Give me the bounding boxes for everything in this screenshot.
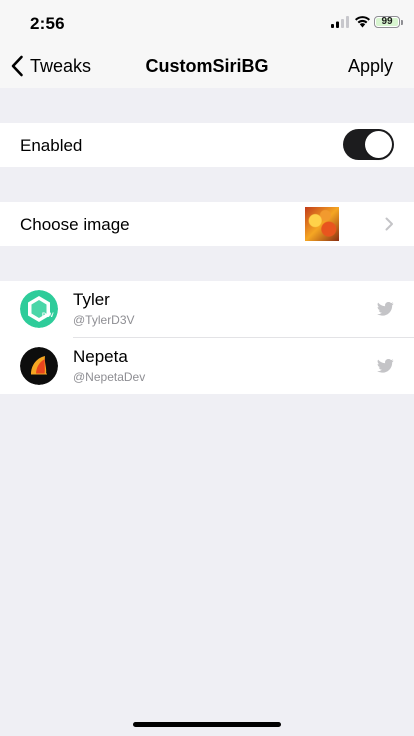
back-button[interactable]: Tweaks bbox=[10, 52, 91, 80]
battery-tip bbox=[401, 20, 403, 25]
developer-name: Tyler bbox=[73, 290, 110, 309]
enabled-row: Enabled bbox=[0, 123, 414, 167]
developer-handle: @NepetaDev bbox=[73, 370, 146, 384]
choose-image-label: Choose image bbox=[20, 215, 130, 234]
twitter-bird-icon bbox=[377, 302, 394, 316]
developer-name: Nepeta bbox=[73, 347, 128, 366]
twitter-bird-icon bbox=[377, 359, 394, 373]
choose-image-row[interactable]: Choose image bbox=[0, 202, 414, 246]
battery-icon: 99 bbox=[374, 16, 400, 28]
svg-text:D3V: D3V bbox=[42, 313, 54, 319]
enabled-toggle[interactable] bbox=[343, 129, 394, 160]
back-button-label: Tweaks bbox=[30, 55, 92, 76]
status-time: 2:56 bbox=[30, 14, 65, 33]
avatar-nepeta bbox=[20, 347, 58, 385]
developers-list: D3V Tyler @TylerD3V Nepeta @NepetaDev bbox=[0, 281, 414, 394]
avatar-tyler: D3V bbox=[20, 290, 58, 328]
image-thumbnail bbox=[305, 207, 339, 241]
home-indicator[interactable] bbox=[133, 722, 281, 727]
toggle-knob bbox=[365, 131, 392, 158]
chevron-left-icon bbox=[11, 55, 23, 77]
enabled-label: Enabled bbox=[20, 136, 83, 155]
developer-handle: @TylerD3V bbox=[73, 313, 135, 327]
list-item[interactable]: D3V Tyler @TylerD3V bbox=[0, 281, 414, 337]
apply-button[interactable]: Apply bbox=[348, 56, 393, 77]
chevron-right-icon bbox=[385, 217, 393, 231]
status-bar: 2:56 99 bbox=[0, 0, 414, 44]
navigation-bar: Tweaks CustomSiriBG Apply bbox=[0, 44, 414, 88]
signal-icon bbox=[331, 16, 349, 28]
list-item[interactable]: Nepeta @NepetaDev bbox=[0, 338, 414, 394]
battery-level: 99 bbox=[381, 16, 393, 27]
wifi-icon bbox=[355, 16, 370, 28]
